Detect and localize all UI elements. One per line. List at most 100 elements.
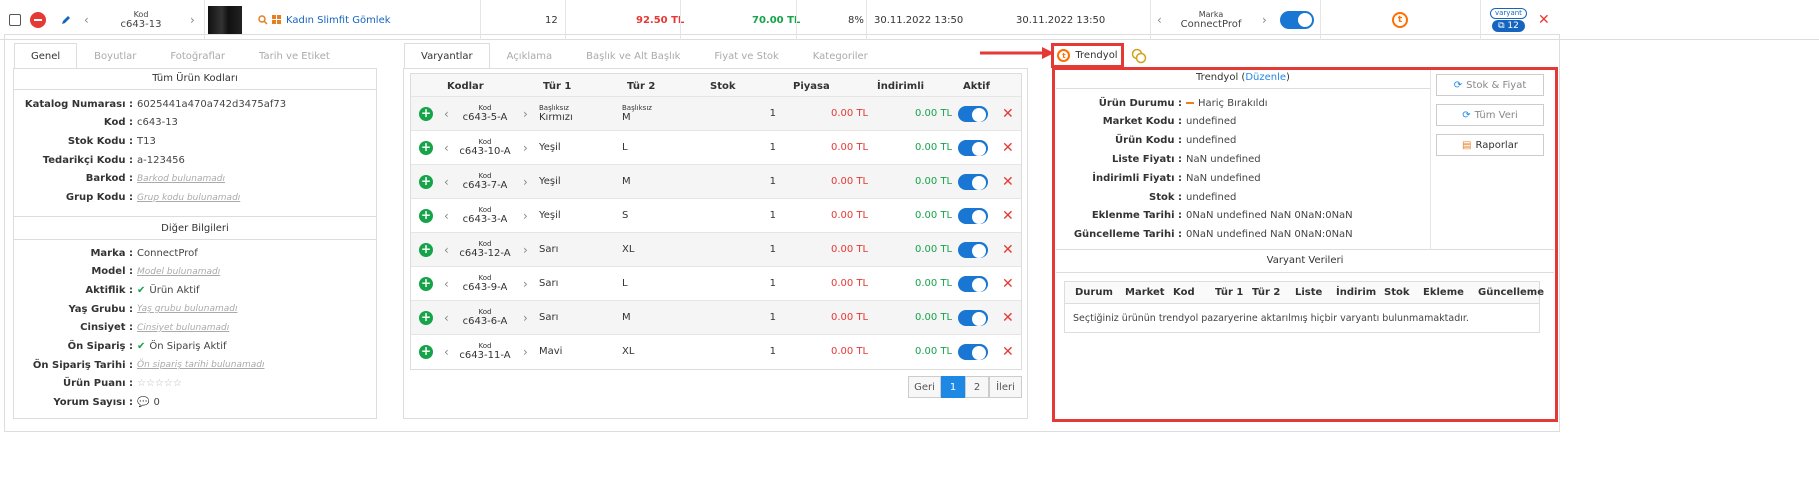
add-variant-icon[interactable]: + (419, 174, 433, 189)
next-variant-chevron-icon[interactable]: › (523, 311, 528, 325)
product-name-link[interactable]: Kadın Slimfit Gömlek (286, 15, 391, 26)
field-value: Ön Sipariş Aktif (149, 341, 227, 352)
trendyol-tab[interactable]: t Trendyol (1051, 43, 1124, 68)
tab-fiyat-stok[interactable]: Fiyat ve Stok (697, 43, 795, 69)
variant-active-toggle[interactable] (958, 343, 988, 360)
tab-tarih-etiket[interactable]: Tarih ve Etiket (242, 43, 347, 69)
kod-label: Kod (478, 138, 492, 146)
coin-tab-icon[interactable] (1131, 48, 1147, 64)
next-variant-chevron-icon[interactable]: › (523, 277, 528, 291)
field-value: 6025441a470a742d3475af73 (137, 98, 287, 110)
variant-row: + ‹ Kod c643-6-A › Sarı M 1 0.00 TL 0.00 TL ✕ (411, 300, 1021, 334)
delete-variant-icon[interactable]: ✕ (1002, 106, 1014, 122)
col-piyasa[interactable]: Piyasa (793, 81, 830, 92)
variant-active-toggle[interactable] (958, 309, 988, 326)
pagination-page-2[interactable]: 2 (965, 376, 989, 398)
variant-row: + ‹ Kod c643-7-A › Yeşil M 1 0.00 TL 0.00 TL ✕ (411, 164, 1021, 198)
col-kodlar[interactable]: Kodlar (447, 81, 484, 92)
add-variant-icon[interactable]: + (419, 140, 433, 155)
tab-boyutlar[interactable]: Boyutlar (77, 43, 153, 69)
next-brand-chevron-icon[interactable]: › (1262, 13, 1267, 27)
col-indirimli[interactable]: İndirimli (877, 81, 924, 92)
pagination-prev-button[interactable]: Geri (908, 376, 941, 398)
stock-value: 1 (769, 108, 776, 119)
col-tur1[interactable]: Tür 1 (543, 81, 571, 92)
field-row: Ön Sipariş : ✔ Ön Sipariş Aktif (13, 340, 377, 354)
delete-variant-icon[interactable]: ✕ (1002, 140, 1014, 156)
variant-active-toggle[interactable] (958, 105, 988, 122)
edit-link[interactable]: Düzenle (1245, 72, 1286, 83)
prev-brand-chevron-icon[interactable]: ‹ (1157, 13, 1162, 27)
tab-baslik[interactable]: Başlık ve Alt Başlık (569, 43, 697, 69)
add-variant-icon[interactable]: + (419, 106, 433, 121)
tur2-value: L (622, 142, 628, 153)
variant-data-col[interactable]: Tür 2 (1252, 287, 1280, 298)
grid-icon[interactable] (272, 15, 282, 25)
variant-data-col[interactable]: Stok (1384, 287, 1410, 298)
col-tur2[interactable]: Tür 2 (627, 81, 655, 92)
tur2-value: M (622, 176, 631, 187)
select-checkbox[interactable] (9, 14, 21, 26)
variant-data-col[interactable]: Durum (1075, 287, 1113, 298)
pagination-page-1[interactable]: 1 (941, 376, 965, 398)
next-variant-chevron-icon[interactable]: › (523, 209, 528, 223)
delete-variant-icon[interactable]: ✕ (1002, 208, 1014, 224)
next-variant-chevron-icon[interactable]: › (523, 345, 528, 359)
field-label: Yaş Grubu : (68, 303, 133, 315)
tab-varyantlar[interactable]: Varyantlar (404, 43, 490, 69)
delete-variant-icon[interactable]: ✕ (1002, 344, 1014, 360)
variant-row: + ‹ Kod c643-3-A › Yeşil S 1 0.00 TL 0.00 TL ✕ (411, 198, 1021, 232)
pagination-next-button[interactable]: İleri (989, 376, 1022, 398)
tab-fotograflar[interactable]: Fotoğraflar (153, 43, 242, 69)
delete-variant-icon[interactable]: ✕ (1002, 174, 1014, 190)
remove-icon[interactable] (30, 12, 46, 28)
add-variant-icon[interactable]: + (419, 242, 433, 257)
tab-kategoriler[interactable]: Kategoriler (796, 43, 885, 69)
variant-data-col[interactable]: Liste (1295, 287, 1322, 298)
variant-active-toggle[interactable] (958, 139, 988, 156)
delete-variant-icon[interactable]: ✕ (1002, 242, 1014, 258)
variant-data-col[interactable]: İndirim (1336, 287, 1376, 298)
tab-aciklama[interactable]: Açıklama (490, 43, 570, 69)
close-icon[interactable]: ✕ (1538, 12, 1550, 28)
variant-count-badge[interactable]: ⧉ 12 (1492, 20, 1525, 32)
next-variant-chevron-icon[interactable]: › (523, 107, 528, 121)
variant-data-col[interactable]: Kod (1173, 287, 1195, 298)
delete-variant-icon[interactable]: ✕ (1002, 310, 1014, 326)
add-variant-icon[interactable]: + (419, 344, 433, 359)
add-variant-icon[interactable]: + (419, 208, 433, 223)
next-variant-chevron-icon[interactable]: › (523, 141, 528, 155)
field-row: Yorum Sayısı : 💬 0 (13, 396, 377, 410)
product-thumbnail[interactable] (208, 6, 242, 34)
delete-variant-icon[interactable]: ✕ (1002, 276, 1014, 292)
next-variant-chevron-icon[interactable]: › (523, 175, 528, 189)
search-icon[interactable] (258, 15, 268, 25)
variant-active-toggle[interactable] (958, 241, 988, 258)
product-active-toggle[interactable] (1280, 11, 1314, 29)
variant-data-col[interactable]: Güncelleme (1478, 287, 1544, 298)
variant-code: c643-9-A (462, 282, 508, 293)
trendyol-title: Trendyol (1196, 72, 1239, 83)
col-stok[interactable]: Stok (710, 81, 736, 92)
section-product-codes: Tüm Ürün Kodları (152, 73, 238, 84)
variant-active-toggle[interactable] (958, 207, 988, 224)
tab-genel[interactable]: Genel (14, 43, 78, 69)
variant-data-col[interactable]: Ekleme (1423, 287, 1464, 298)
next-variant-chevron-icon[interactable]: › (523, 243, 528, 257)
reports-button[interactable]: ▤ Raporlar (1436, 134, 1544, 156)
variant-active-toggle[interactable] (958, 275, 988, 292)
trendyol-logo-icon[interactable]: t (1392, 12, 1408, 28)
stock-price-button[interactable]: ⟳ Stok & Fiyat (1436, 74, 1544, 96)
add-variant-icon[interactable]: + (419, 276, 433, 291)
variant-data-col[interactable]: Tür 1 (1215, 287, 1243, 298)
add-variant-icon[interactable]: + (419, 310, 433, 325)
field-value: ConnectProf (137, 247, 198, 259)
variant-data-col[interactable]: Market (1125, 287, 1165, 298)
prev-code-chevron-icon[interactable]: ‹ (84, 13, 89, 27)
col-aktif[interactable]: Aktif (963, 81, 990, 92)
all-data-button[interactable]: ⟳ Tüm Veri (1436, 104, 1544, 126)
variant-data-table: Durum Market Kod Tür 1 Tür 2 Liste İndirim Stok… (1064, 281, 1544, 333)
tur1-value: Sarı (539, 244, 559, 255)
variant-active-toggle[interactable] (958, 173, 988, 190)
next-code-chevron-icon[interactable]: › (190, 13, 195, 27)
